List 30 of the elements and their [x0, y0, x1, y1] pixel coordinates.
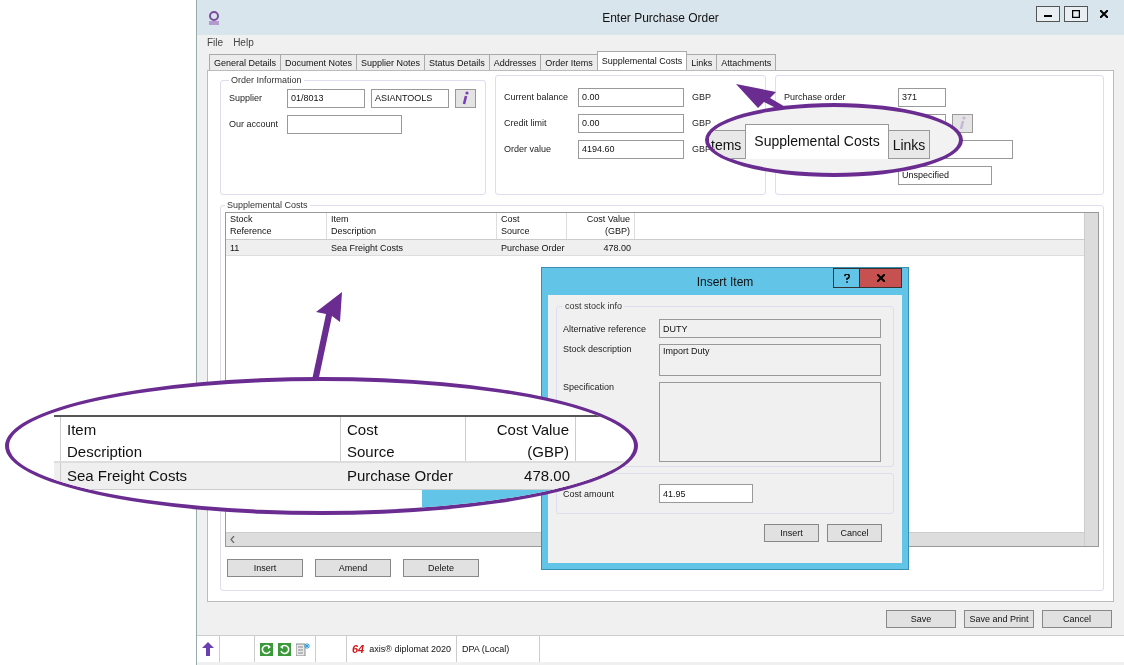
table-cell-text: Sea Freight Costs	[330, 241, 405, 254]
field-label: Our account	[229, 119, 280, 129]
app-logo: 64	[352, 643, 365, 655]
field-label: Credit limit	[504, 118, 548, 128]
dialog-title: Insert Item	[696, 275, 754, 289]
magnified-column-header: Cost Value (GBP)	[466, 417, 576, 461]
magnified-column-header: Cost Source	[341, 417, 466, 461]
field-label: Purchase order	[784, 92, 847, 102]
group-title: cost stock info	[564, 301, 624, 311]
magnified-table-cell-text: Purchase Order	[346, 466, 454, 486]
currency-label: GBP	[692, 118, 711, 128]
table-cell-text: Purchase Order	[500, 241, 566, 254]
magnified-column-header: Item Description	[61, 417, 341, 461]
connection-label: DPA (Local)	[461, 644, 510, 654]
field-label: Alternative reference	[563, 323, 648, 334]
magnified-table-cell-text: Sea Freight Costs	[66, 466, 189, 486]
field-label: Supplier	[229, 93, 264, 103]
field-label: Stock description	[563, 344, 633, 354]
table-cell-text: 478.00	[602, 241, 632, 254]
magnified-table-cell-text: 478.00	[523, 466, 571, 486]
field-label: Cost amount	[563, 488, 616, 499]
field-label: Order value	[504, 144, 553, 154]
field-label: Specification	[563, 382, 616, 392]
product-name: axis® diplomat 2020	[369, 644, 451, 654]
group-title: Order Information	[230, 75, 303, 85]
group-title: Supplemental Costs	[226, 200, 309, 210]
field-label: Current balance	[504, 92, 570, 102]
currency-label: GBP	[692, 92, 711, 102]
window-title: Enter Purchase Order	[602, 10, 719, 25]
table-cell-text: 11	[229, 241, 241, 254]
